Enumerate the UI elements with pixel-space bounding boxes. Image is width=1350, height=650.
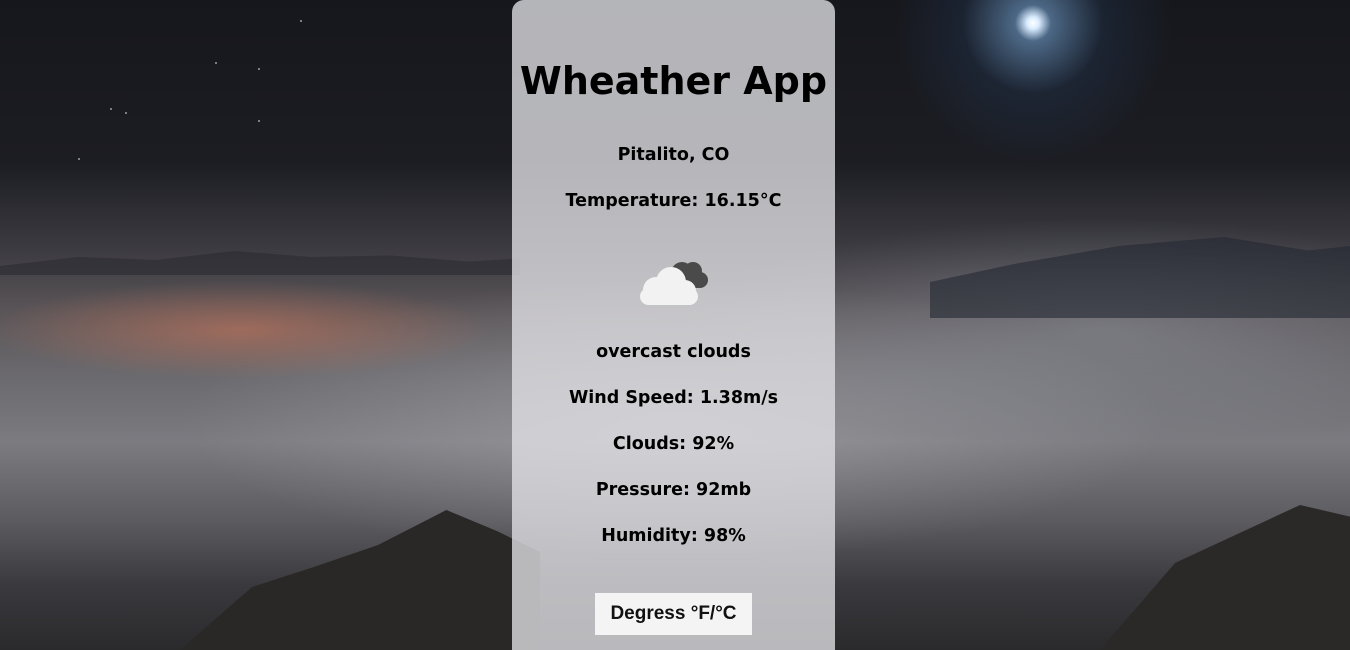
- location-label: Pitalito, CO: [617, 145, 730, 165]
- pressure-label: Pressure: 92mb: [595, 480, 752, 500]
- cloud-ridge-left: [0, 251, 520, 275]
- weather-card: Wheather App Pitalito, CO Temperature: 1…: [512, 0, 835, 650]
- app-title: Wheather App: [519, 59, 828, 103]
- humidity-label: Humidity: 98%: [601, 526, 746, 546]
- mountain-right: [1100, 505, 1350, 650]
- toggle-units-button[interactable]: Degress °F/°C: [595, 593, 752, 635]
- overcast-clouds-icon: [640, 262, 708, 305]
- wind-speed-label: Wind Speed: 1.38m/s: [568, 388, 779, 408]
- clouds-label: Clouds: 92%: [612, 434, 735, 454]
- description-label: overcast clouds: [596, 342, 751, 362]
- cloud-ridge-right: [930, 237, 1350, 318]
- temperature-label: Temperature: 16.15°C: [565, 191, 782, 211]
- mountain-left: [180, 510, 540, 650]
